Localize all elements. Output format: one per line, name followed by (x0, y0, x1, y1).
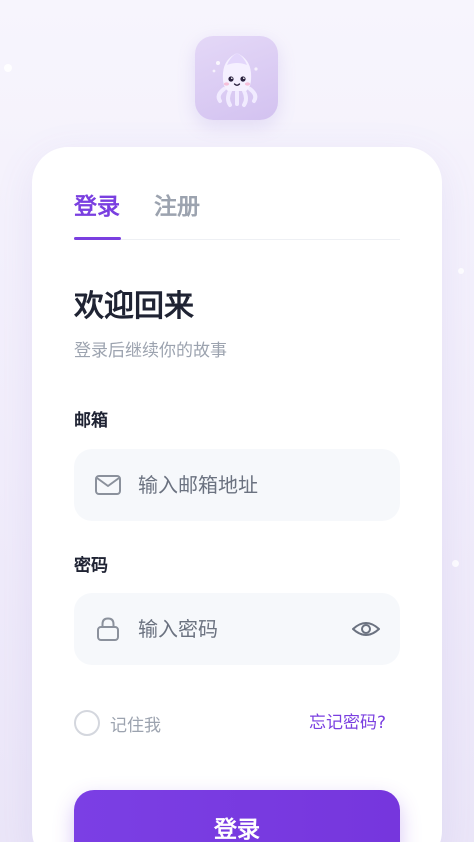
password-input[interactable] (138, 593, 338, 665)
remember-label: 记住我 (110, 715, 161, 736)
app-logo (195, 36, 278, 120)
mail-icon (95, 475, 121, 495)
background-dot (458, 268, 464, 274)
lock-icon (97, 617, 119, 641)
forgot-password-link[interactable]: 忘记密码? (309, 710, 386, 736)
tab-register[interactable]: 注册 (154, 193, 200, 239)
background-dot (452, 560, 459, 567)
email-field (74, 449, 400, 521)
eye-icon[interactable] (351, 616, 381, 642)
remember-checkbox[interactable] (74, 710, 100, 736)
background-dot (4, 64, 12, 72)
page-title: 欢迎回来 (74, 289, 194, 324)
login-card: 登录 注册 欢迎回来 登录后继续你的故事 邮箱 密码 记住我 忘记密码? 登录 (32, 147, 442, 842)
password-label: 密码 (74, 556, 108, 576)
remember-me[interactable]: 记住我 (74, 710, 161, 736)
auth-tabs: 登录 注册 (74, 193, 400, 240)
tab-login[interactable]: 登录 (74, 193, 120, 239)
login-button[interactable]: 登录 (74, 790, 400, 842)
email-input[interactable] (138, 449, 338, 521)
page-subtitle: 登录后继续你的故事 (74, 341, 227, 361)
password-field (74, 593, 400, 665)
squid-mascot-icon (212, 53, 258, 107)
active-tab-indicator (74, 237, 121, 240)
email-label: 邮箱 (74, 411, 108, 431)
